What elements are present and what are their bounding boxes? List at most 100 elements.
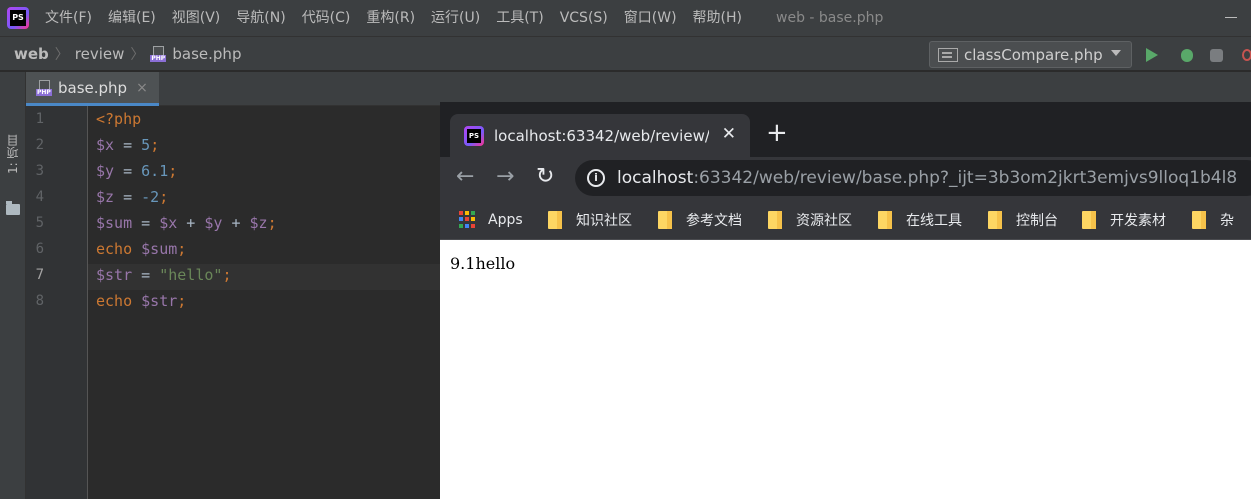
code-keyword: echo xyxy=(96,292,133,310)
folder-icon xyxy=(988,210,1002,229)
chevron-right-icon: 〉 xyxy=(54,46,69,63)
code-operator: = xyxy=(114,188,142,206)
ide-menubar: PS 文件(F) 编辑(E) 视图(V) 导航(N) 代码(C) 重构(R) 运… xyxy=(0,0,1251,36)
info-icon[interactable]: i xyxy=(587,169,605,187)
code-variable: $sum xyxy=(96,214,133,232)
run-configuration-selector[interactable]: classCompare.php xyxy=(929,41,1132,68)
coverage-icon[interactable] xyxy=(1208,46,1226,64)
bookmark-label: 资源社区 xyxy=(796,212,852,229)
bookmark-folder[interactable]: 在线工具 xyxy=(878,199,962,240)
code-variable: $z xyxy=(249,214,268,232)
folder-icon xyxy=(768,210,782,229)
bookmark-folder[interactable]: 开发素材 xyxy=(1082,199,1166,240)
chevron-right-icon: 〉 xyxy=(130,46,145,63)
favicon-text: PS xyxy=(467,128,481,143)
minimize-icon[interactable] xyxy=(1225,17,1237,18)
code-line-8: echo $str; xyxy=(96,288,186,314)
breadcrumb-base-php[interactable]: PHP base.php xyxy=(150,45,241,63)
bookmark-folder[interactable]: 资源社区 xyxy=(768,199,852,240)
code-operator: = xyxy=(114,136,142,154)
folder-icon xyxy=(548,210,562,229)
debug-icon[interactable] xyxy=(1178,46,1196,64)
menu-file[interactable]: 文件(F) xyxy=(37,0,100,36)
back-arrow-icon[interactable]: ← xyxy=(456,165,474,189)
address-path: :63342/web/review/base.php?_ijt=3b3om2jk… xyxy=(693,168,1238,188)
run-icon[interactable] xyxy=(1146,48,1158,62)
code-line-3: $y = 6.1; xyxy=(96,158,177,184)
breadcrumb-review[interactable]: review xyxy=(75,45,125,63)
code-line-4: $z = -2; xyxy=(96,184,168,210)
code-variable: $x xyxy=(96,136,115,154)
breadcrumb-web[interactable]: web xyxy=(14,45,49,63)
bookmark-folder[interactable]: 知识社区 xyxy=(548,199,632,240)
code-operator: = xyxy=(132,214,160,232)
code-variable: $sum xyxy=(141,240,178,258)
folder-icon[interactable] xyxy=(6,201,20,215)
reload-icon[interactable]: ↻ xyxy=(536,165,554,189)
navigation-bar: web 〉 review 〉 PHP base.php classCompare… xyxy=(0,36,1251,71)
project-tool-window-button[interactable]: 1: 项目 xyxy=(4,84,22,175)
folder-icon xyxy=(1082,210,1096,229)
code-keyword: echo xyxy=(96,240,133,258)
menu-tools[interactable]: 工具(T) xyxy=(488,0,551,36)
bookmark-label: 在线工具 xyxy=(906,212,962,229)
menu-window[interactable]: 窗口(W) xyxy=(616,0,685,36)
php-open-tag: <?php xyxy=(96,110,142,128)
run-config-icon xyxy=(938,47,958,62)
code-operator: + xyxy=(177,214,205,232)
code-number: -2 xyxy=(141,188,160,206)
bookmark-label: 知识社区 xyxy=(576,212,632,229)
menu-code[interactable]: 代码(C) xyxy=(294,0,359,36)
menu-refactor[interactable]: 重构(R) xyxy=(358,0,423,36)
bookmark-folder[interactable]: 杂 xyxy=(1192,199,1234,240)
bookmark-label: 参考文档 xyxy=(686,212,742,229)
window-title: web - base.php xyxy=(776,10,884,26)
folder-icon xyxy=(1192,210,1206,229)
close-tab-icon[interactable]: ✕ xyxy=(722,124,736,144)
browser-tab-strip: PS localhost:63342/web/review/b ✕ + xyxy=(440,102,1251,157)
code-operator: + xyxy=(222,214,250,232)
code-line-1: <?php xyxy=(96,106,141,132)
forward-arrow-icon[interactable]: → xyxy=(496,165,514,189)
dropdown-arrow-icon xyxy=(1111,50,1121,56)
editor-tab-label: base.php xyxy=(58,78,128,97)
code-semicolon: ; xyxy=(177,292,187,310)
folder-icon xyxy=(658,210,672,229)
breadcrumb-web-label: web xyxy=(14,44,49,63)
menu-edit[interactable]: 编辑(E) xyxy=(100,0,164,36)
editor-tab-base-php[interactable]: PHP base.php × xyxy=(26,72,159,106)
bookmark-apps[interactable]: Apps xyxy=(459,199,523,240)
line-number: 5 xyxy=(35,215,44,231)
code-variable: $z xyxy=(96,188,115,206)
code-number: 6.1 xyxy=(141,162,169,180)
menu-vcs[interactable]: VCS(S) xyxy=(552,0,616,36)
address-host: localhost xyxy=(617,168,694,188)
code-semicolon: ; xyxy=(168,162,178,180)
bookmarks-bar: Apps 知识社区 参考文档 资源社区 在线工具 控制台 开发素材 杂 xyxy=(440,199,1251,240)
bookmark-folder[interactable]: 参考文档 xyxy=(658,199,742,240)
bookmark-label: 开发素材 xyxy=(1110,212,1166,229)
stop-icon[interactable] xyxy=(1240,46,1251,64)
code-line-5: $sum = $x + $y + $z; xyxy=(96,210,277,236)
apps-grid-icon xyxy=(459,210,477,229)
menu-navigate[interactable]: 导航(N) xyxy=(228,0,293,36)
bookmark-folder[interactable]: 控制台 xyxy=(988,199,1058,240)
run-config-label: classCompare.php xyxy=(964,45,1103,64)
left-tool-stripe: 1: 项目 xyxy=(0,72,26,499)
line-number: 3 xyxy=(35,163,44,179)
phpstorm-logo-icon: PS xyxy=(7,7,29,29)
browser-tab[interactable]: PS localhost:63342/web/review/b ✕ xyxy=(450,114,750,157)
bookmark-label: 杂 xyxy=(1220,212,1234,229)
page-output-text: 9.1hello xyxy=(450,254,516,273)
address-bar[interactable]: i localhost:63342/web/review/base.php?_i… xyxy=(575,160,1251,196)
menu-help[interactable]: 帮助(H) xyxy=(685,0,750,36)
code-semicolon: ; xyxy=(159,188,169,206)
line-number-current: 7 xyxy=(35,267,44,283)
menu-view[interactable]: 视图(V) xyxy=(164,0,229,36)
menu-run[interactable]: 运行(U) xyxy=(423,0,488,36)
close-tab-icon[interactable]: × xyxy=(136,80,148,96)
editor-tab-bar: PHP base.php × xyxy=(26,72,1251,106)
code-editor[interactable]: <?php $x = 5; $y = 6.1; $z = -2; $sum = … xyxy=(88,106,440,499)
new-tab-icon[interactable]: + xyxy=(766,120,788,146)
